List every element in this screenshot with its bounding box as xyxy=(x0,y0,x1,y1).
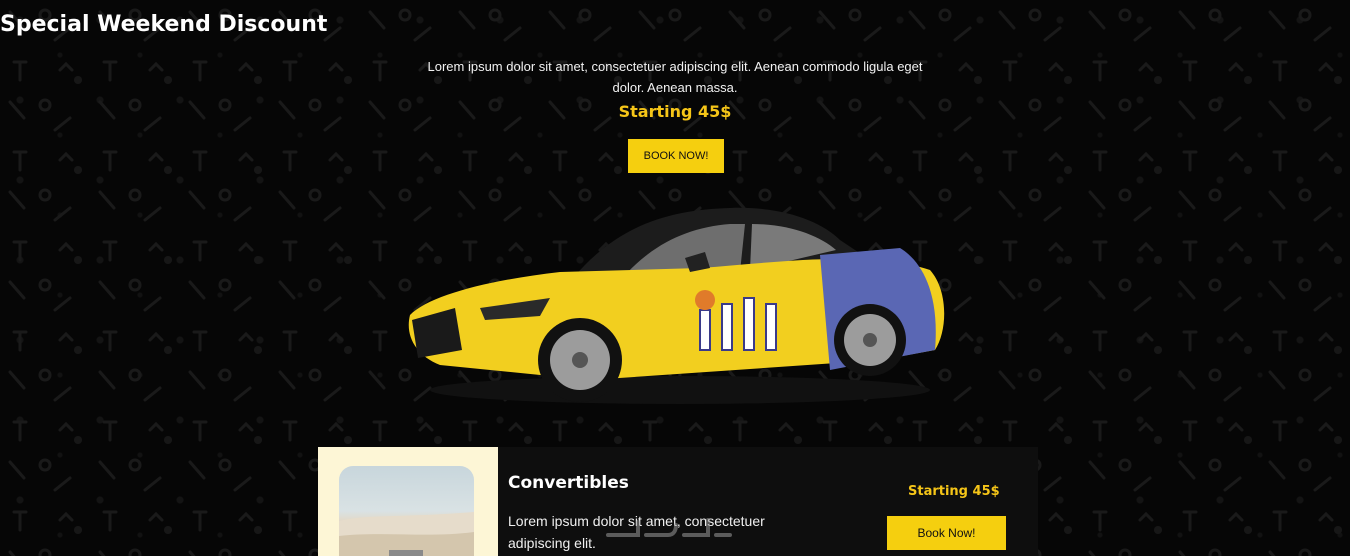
service-card-book-now-button[interactable]: Book Now! xyxy=(887,516,1006,550)
hero-book-now-button[interactable]: BOOK NOW! xyxy=(628,139,724,173)
hero-description: Lorem ipsum dolor sit amet, consectetuer… xyxy=(427,59,923,95)
service-card-image-panel xyxy=(318,447,498,556)
service-card: Convertibles Lorem ipsum dolor sit amet,… xyxy=(498,447,1038,556)
service-card-title: Convertibles xyxy=(508,473,629,493)
service-card-price: Starting 45$ xyxy=(908,484,1000,499)
convertible-photo xyxy=(339,466,474,556)
watermark-logo xyxy=(606,518,732,537)
car-image xyxy=(408,207,945,404)
page: Special Weekend Discount Lorem ipsum dol… xyxy=(0,0,1350,556)
hero-title: Special Weekend Discount xyxy=(0,12,328,37)
hero-price: Starting 45$ xyxy=(618,102,732,121)
